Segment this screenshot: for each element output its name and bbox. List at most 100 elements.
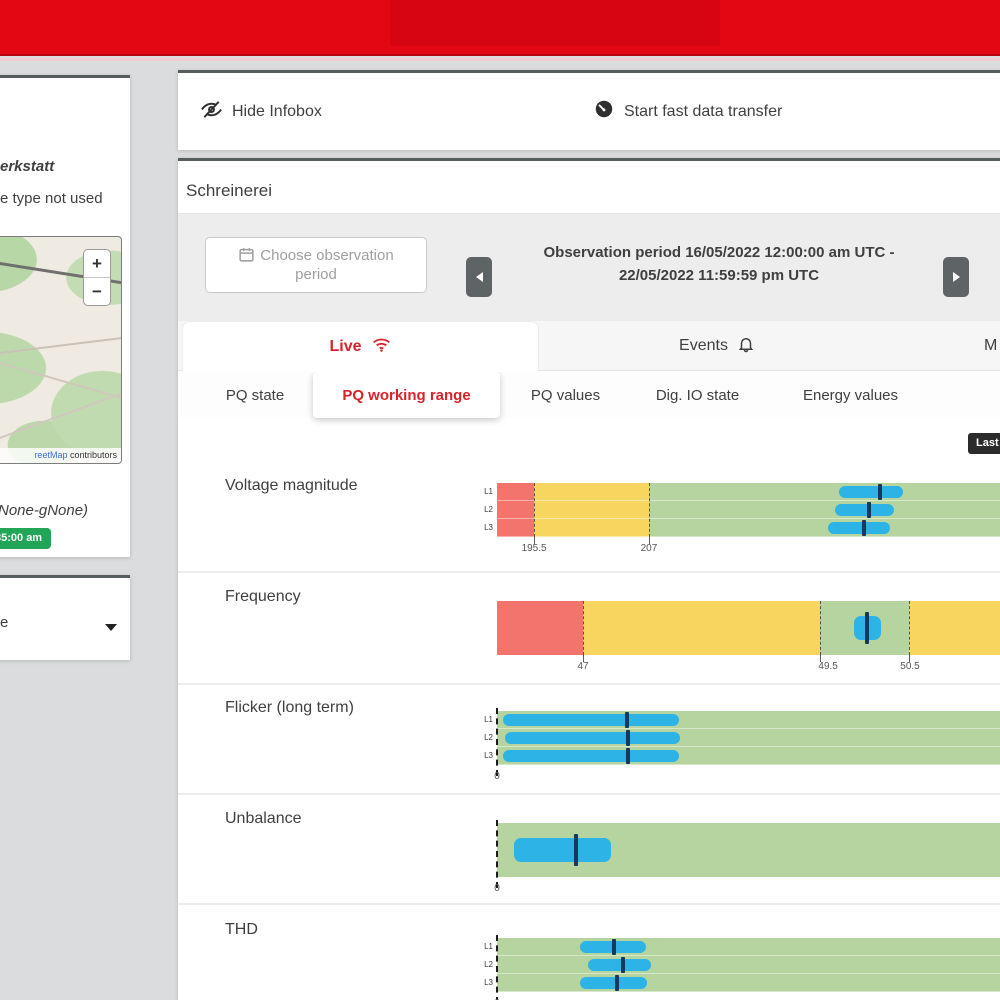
subtab-pq-working-range[interactable]: PQ working range (313, 372, 500, 418)
tab-events[interactable]: Events (539, 321, 895, 371)
range-pill (580, 977, 647, 989)
last-value-badge: Last (968, 433, 1000, 454)
range-pill (839, 486, 903, 498)
coordinates-text: None-gNone) (0, 502, 88, 519)
phase-label: L1 (471, 715, 493, 724)
chart-title: Voltage magnitude (225, 477, 358, 495)
axis-zero-line (496, 820, 498, 888)
main-panel: Schreinerei Choose observation period Ob… (178, 158, 1000, 1000)
chart-section-thd: THDL1L2L30 (178, 905, 1000, 1000)
bullet-plot (497, 711, 1000, 765)
value-tick (626, 730, 630, 746)
map-road (0, 359, 122, 416)
map-attribution: reetMap contributors (0, 448, 121, 463)
range-pill (503, 750, 679, 762)
bell-icon (737, 335, 755, 358)
next-period-button[interactable] (943, 257, 969, 297)
zone-yellow (909, 601, 1000, 655)
select-label: e (0, 614, 8, 631)
timestamp-badge: 35:00 am (0, 528, 51, 549)
row-stripes (497, 938, 1000, 992)
map-zoom-control: + − (83, 249, 111, 306)
observation-period-text: Observation period 16/05/2022 12:00:00 a… (508, 241, 930, 287)
axis-zero-line (496, 935, 498, 1000)
value-tick (626, 748, 630, 764)
tab-measurements-cut[interactable]: M (984, 321, 1000, 371)
threshold-line (583, 601, 584, 655)
value-tick (612, 939, 616, 955)
osm-link[interactable]: reetMap (34, 450, 67, 460)
range-pill (828, 522, 890, 534)
chart-section-frequency: Frequency4749.550.5 (178, 573, 1000, 685)
bullet-plot (497, 938, 1000, 992)
site-name-text: erkstatt (0, 158, 54, 175)
zone-red (497, 601, 583, 655)
value-tick (621, 957, 625, 973)
axis-tick-label: 0 (473, 883, 521, 894)
eye-off-icon (200, 98, 223, 126)
zoom-in-button[interactable]: + (84, 250, 110, 277)
attribution-text: contributors (67, 450, 117, 460)
phase-label: L2 (471, 960, 493, 969)
app-root: erkstatt e type not used 9 + − reetMap c… (0, 0, 1000, 1000)
value-tick (615, 975, 619, 991)
device-type-text: e type not used (0, 190, 103, 207)
value-tick (862, 520, 866, 536)
threshold-line (534, 483, 535, 537)
tab-live[interactable]: Live (182, 321, 539, 372)
phase-label: L2 (471, 505, 493, 514)
sidebar-select-panel[interactable]: e (0, 575, 130, 660)
bullet-plot (497, 483, 1000, 537)
phase-label: L3 (471, 978, 493, 987)
chevron-left-icon (476, 272, 483, 282)
choose-observation-period-button[interactable]: Choose observation period (205, 237, 427, 293)
value-tick (865, 612, 869, 644)
axis-zero-line (496, 708, 498, 776)
toolbar-panel: Hide Infobox Start fast data transfer (178, 70, 1000, 150)
calendar-icon (238, 246, 255, 263)
sidebar-info-panel: erkstatt e type not used 9 + − reetMap c… (0, 75, 130, 557)
hide-infobox-button[interactable]: Hide Infobox (200, 73, 322, 150)
chart-title: Frequency (225, 588, 301, 606)
row-stripes (497, 483, 1000, 537)
map-road (0, 330, 122, 361)
zone-yellow (583, 601, 820, 655)
chart-section-voltage-magnitude: Voltage magnitude L1 L2 L3 195.5 207 (178, 473, 1000, 573)
chart-title: Flicker (long term) (225, 699, 354, 717)
subtab-pq-state[interactable]: PQ state (210, 372, 300, 418)
threshold-line (649, 483, 650, 537)
range-pill (514, 838, 611, 862)
range-pill (503, 714, 679, 726)
range-pill (505, 732, 680, 744)
range-pill (835, 504, 894, 516)
bullet-plot (497, 601, 1000, 655)
axis-tick-label: 207 (625, 543, 673, 554)
subtab-energy-values[interactable]: Energy values (788, 372, 913, 418)
axis-tick-label: 50.5 (886, 661, 934, 672)
chevron-down-icon[interactable] (105, 624, 117, 631)
fast-data-transfer-button[interactable]: Start fast data transfer (593, 73, 782, 150)
subtab-dig-io-state[interactable]: Dig. IO state (640, 372, 755, 418)
location-map[interactable]: 9 + − reetMap contributors (0, 236, 122, 464)
value-tick (867, 502, 871, 518)
value-tick (878, 484, 882, 500)
chevron-right-icon (953, 272, 960, 282)
phase-label: L1 (471, 487, 493, 496)
subtab-pq-values[interactable]: PQ values (518, 372, 613, 418)
phase-label: L2 (471, 733, 493, 742)
value-tick (574, 834, 578, 866)
chart-section-flicker-long-term-: Flicker (long term) L1 L2 L3 0 (178, 685, 1000, 795)
axis-tick-label: 0 (473, 771, 521, 782)
zoom-out-button[interactable]: − (84, 278, 110, 305)
top-banner (0, 0, 1000, 56)
axis-tick-label: 49.5 (804, 661, 852, 672)
banner-underline (0, 58, 1000, 61)
threshold-line (909, 601, 910, 655)
page-title: Schreinerei (186, 181, 272, 201)
phase-label: L3 (471, 523, 493, 532)
previous-period-button[interactable] (466, 257, 492, 297)
fast-data-transfer-label: Start fast data transfer (624, 103, 782, 121)
axis-tick-label: 195.5 (510, 543, 558, 554)
chart-title: Unbalance (225, 810, 302, 828)
phase-label: L3 (471, 751, 493, 760)
